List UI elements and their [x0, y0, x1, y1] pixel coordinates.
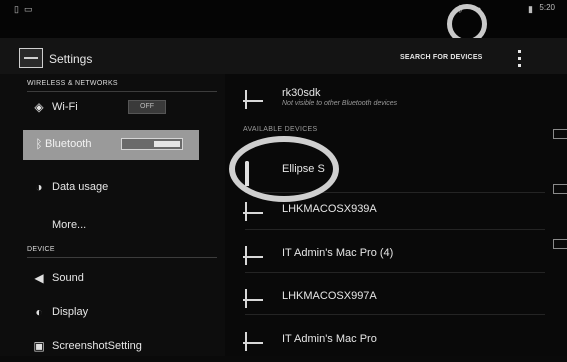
sidebar-item-label: More... [52, 219, 87, 231]
action-bar: Settings SEARCH FOR DEVICES [0, 38, 567, 74]
sidebar-item-more[interactable]: More... [0, 211, 225, 241]
sidebar-item-bluetooth[interactable]: ᛒ Bluetooth [23, 130, 199, 160]
wifi-toggle[interactable]: OFF [128, 100, 166, 114]
speaker-icon: ◀ [34, 271, 44, 285]
image-icon: ▭ [24, 4, 33, 14]
device-name: IT Admin's Mac Pro (4) [282, 247, 394, 259]
row-divider [245, 229, 545, 230]
device-visibility-text: Not visible to other Bluetooth devices [282, 100, 398, 107]
laptop-icon [245, 289, 263, 308]
device-name: LHKMACOSX939A [282, 203, 377, 215]
settings-app-icon[interactable] [19, 48, 43, 68]
device-callout-circle [229, 136, 339, 202]
search-for-devices-button[interactable]: SEARCH FOR DEVICES [400, 54, 483, 61]
bluetooth-toggle[interactable] [121, 138, 183, 150]
bluetooth-icon: ᛒ [35, 137, 43, 151]
edge-tab-icon [553, 184, 567, 194]
sidebar-item-label: ScreenshotSetting [52, 340, 142, 352]
section-divider [27, 91, 217, 92]
sidebar-item-wifi[interactable]: ◈ Wi-Fi OFF [0, 93, 225, 123]
settings-nav: WIRELESS & NETWORKS ◈ Wi-Fi OFF ᛒ Blueto… [0, 74, 225, 356]
row-divider [245, 272, 545, 273]
device-row[interactable]: IT Admin's Mac Pro [225, 322, 567, 356]
data-usage-icon: ◑ [35, 180, 43, 194]
edge-tab-icon [553, 239, 567, 249]
row-divider [245, 314, 545, 315]
laptop-icon [245, 90, 263, 109]
section-divider [27, 257, 217, 258]
sidebar-item-screenshotsetting[interactable]: ▣ ScreenshotSetting [0, 332, 225, 362]
bluetooth-panel: rk30sdk Not visible to other Bluetooth d… [225, 74, 567, 356]
overflow-menu-icon[interactable] [514, 48, 524, 70]
sidebar-item-label: Sound [52, 272, 84, 284]
battery-icon: ▮ [528, 4, 533, 14]
edge-tab-icon [553, 129, 567, 139]
laptop-icon [245, 246, 263, 265]
notification-icon: ▯ [14, 4, 19, 14]
available-devices-header: AVAILABLE DEVICES [243, 126, 318, 133]
section-header-wireless: WIRELESS & NETWORKS [27, 80, 118, 87]
device-name: rk30sdk [282, 87, 321, 99]
device-row[interactable]: IT Admin's Mac Pro (4) [225, 236, 567, 270]
sidebar-item-sound[interactable]: ◀ Sound [0, 264, 225, 294]
device-name: IT Admin's Mac Pro [282, 333, 377, 345]
section-header-device: DEVICE [27, 246, 55, 253]
app-title: Settings [49, 52, 93, 66]
laptop-icon [245, 332, 263, 351]
sidebar-item-display[interactable]: ◐ Display [0, 298, 225, 328]
sidebar-item-data-usage[interactable]: ◑ Data usage [0, 173, 225, 203]
camera-icon: ▣ [33, 339, 45, 353]
toggle-knob [154, 141, 180, 147]
paired-device-row[interactable]: rk30sdk [225, 80, 567, 114]
sidebar-item-label: Display [52, 306, 89, 318]
display-icon: ◐ [35, 305, 43, 319]
status-time: 5:20 [539, 3, 555, 12]
device-row[interactable]: LHKMACOSX997A [225, 279, 567, 313]
sidebar-item-label: Bluetooth [45, 138, 92, 150]
sidebar-item-label: Wi-Fi [52, 101, 78, 113]
laptop-icon [245, 202, 263, 221]
device-name: LHKMACOSX997A [282, 290, 377, 302]
wifi-icon: ◈ [34, 100, 44, 114]
sidebar-item-label: Data usage [52, 181, 109, 193]
